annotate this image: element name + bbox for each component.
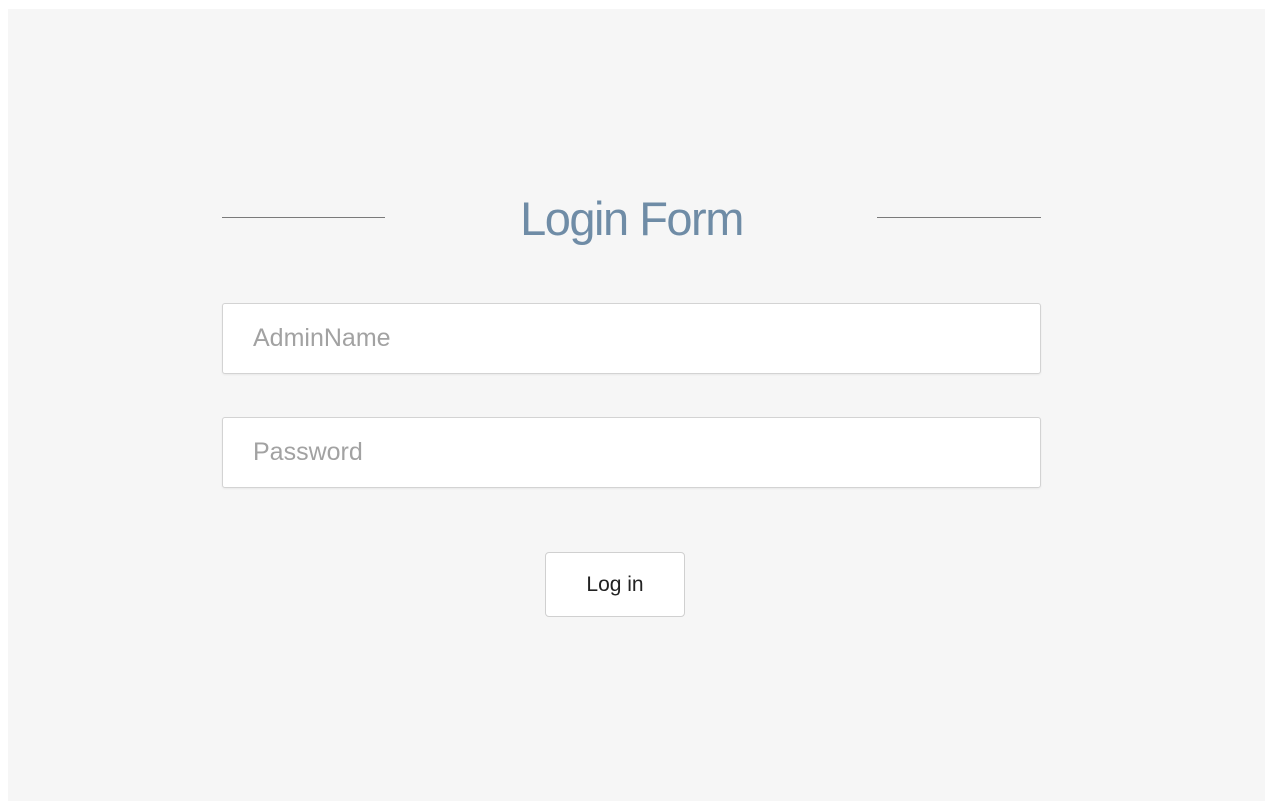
login-page — [8, 9, 1265, 801]
password-input[interactable] — [222, 417, 1041, 488]
form-header: Login Form — [222, 186, 1041, 250]
login-button[interactable]: Log in — [545, 552, 685, 617]
form-title: Login Form — [520, 192, 744, 245]
admin-name-input[interactable] — [222, 303, 1041, 374]
title-divider-right — [877, 217, 1041, 218]
